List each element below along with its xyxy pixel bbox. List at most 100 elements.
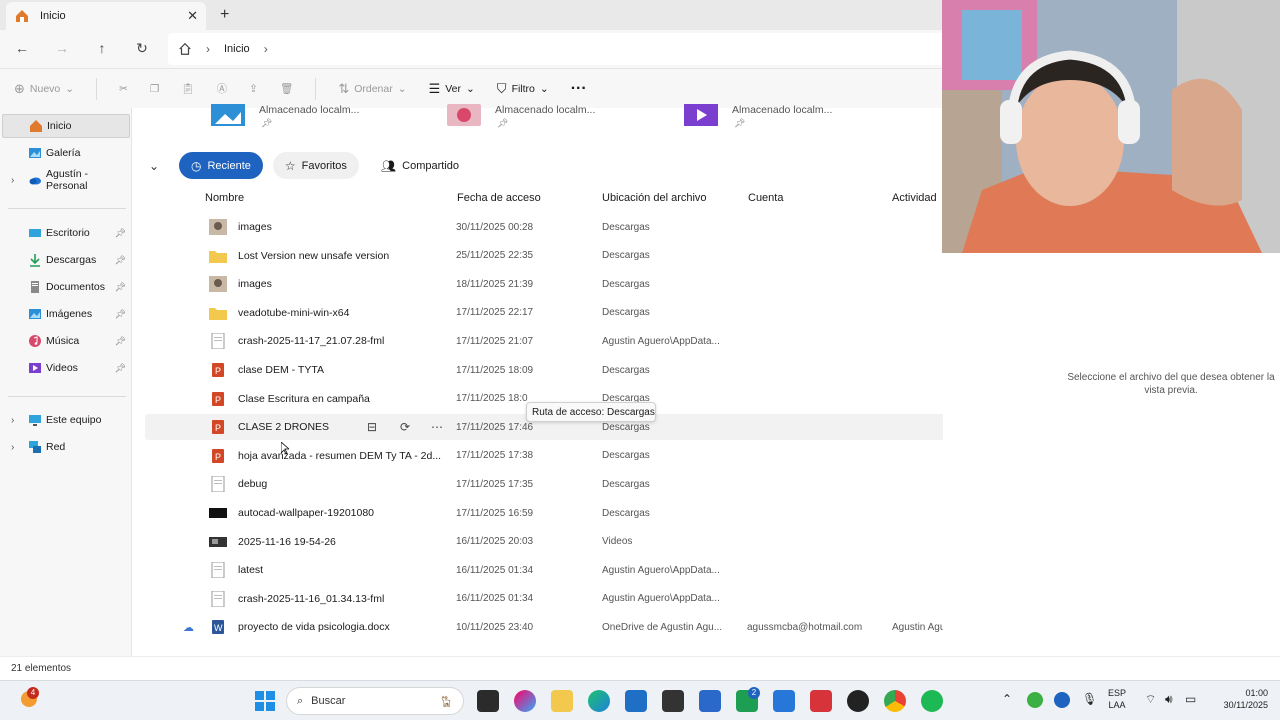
back-icon[interactable]: ←: [12, 40, 32, 56]
preview-message: Seleccione el archivo del que desea obte…: [1067, 372, 1275, 396]
file-row[interactable]: crash-2025-11-16_01.34.13-fml 16/11/2025 …: [145, 586, 1037, 612]
shared-chip[interactable]: 👥︎ Compartido: [368, 152, 472, 179]
onedrive-tray-icon[interactable]: [1054, 692, 1070, 708]
document-icon: [31, 281, 39, 293]
pin-icon: 📌︎: [734, 118, 746, 128]
file-row[interactable]: images 30/11/2025 00:28 Descargas: [145, 214, 1037, 240]
share-file-icon[interactable]: ⟳: [400, 420, 410, 434]
column-header-account[interactable]: Cuenta: [748, 192, 783, 204]
view-button[interactable]: ☰ Ver ⌄: [429, 81, 475, 97]
language-indicator[interactable]: ESP LAA: [1108, 687, 1126, 711]
view-label: Ver: [445, 82, 461, 95]
pin-icon[interactable]: 📌︎: [115, 363, 126, 374]
file-row[interactable]: autocad-wallpaper-19201080 17/11/2025 16:…: [145, 500, 1037, 526]
sidebar-item-label: Inicio: [47, 120, 72, 132]
chevron-right-icon[interactable]: ›: [264, 42, 268, 56]
close-tab-icon[interactable]: ✕: [187, 8, 198, 24]
file-row[interactable]: Pclase DEM - TYTA 17/11/2025 18:09 Descarg…: [145, 357, 1037, 383]
taskbar-search[interactable]: ⌕ Buscar 🦌︎: [286, 687, 464, 715]
file-row[interactable]: Lost Version new unsafe version 25/11/202…: [145, 243, 1037, 269]
pin-icon[interactable]: 📌︎: [115, 255, 126, 266]
sidebar-item-escritorio[interactable]: Escritorio 📌︎: [2, 221, 130, 245]
sidebar-item-imagenes[interactable]: Imágenes 📌︎: [2, 302, 130, 326]
tray-app-icon[interactable]: [1027, 692, 1043, 708]
new-button[interactable]: ⊕ Nuevo ⌄: [14, 81, 74, 97]
pin-icon[interactable]: 📌︎: [115, 228, 126, 239]
tab-inicio[interactable]: Inicio ✕: [6, 2, 206, 30]
wifi-icon[interactable]: ⌔: [1145, 693, 1156, 705]
sidebar-item-este-equipo[interactable]: › Este equipo: [2, 408, 130, 432]
pen-app-icon[interactable]: [699, 690, 721, 712]
copy-icon[interactable]: ❐: [150, 83, 159, 95]
wps-icon[interactable]: [810, 690, 832, 712]
quick-access-label: Almacenado localm...: [732, 104, 833, 116]
favorites-chip[interactable]: ☆ Favoritos: [272, 152, 359, 179]
pin-icon[interactable]: 📌︎: [115, 336, 126, 347]
home-icon[interactable]: [178, 42, 192, 56]
filter-button[interactable]: ⛉ Filtro ⌄: [497, 81, 549, 97]
sidebar-item-onedrive[interactable]: › Agustín - Personal: [2, 168, 130, 192]
cube-app-icon[interactable]: [662, 690, 684, 712]
file-row[interactable]: crash-2025-11-17_21.07.28-fml 17/11/2025 …: [145, 328, 1037, 354]
pin-icon[interactable]: 📌︎: [115, 309, 126, 320]
sort-button[interactable]: ⇅ Ordenar ⌄: [338, 81, 406, 97]
more-options-icon[interactable]: ···: [571, 80, 587, 98]
cut-icon[interactable]: ✂: [119, 83, 128, 95]
microphone-icon[interactable]: 🎙︎: [1082, 693, 1097, 705]
file-location: Descargas: [602, 250, 650, 262]
column-header-date[interactable]: Fecha de acceso: [457, 192, 541, 204]
share-icon[interactable]: ⇪: [249, 83, 258, 95]
sidebar-item-descargas[interactable]: Descargas 📌︎: [2, 248, 130, 272]
forward-icon[interactable]: →: [52, 40, 72, 56]
breadcrumb-inicio[interactable]: Inicio: [224, 43, 250, 55]
column-header-name[interactable]: Nombre: [205, 192, 244, 204]
file-row[interactable]: latest 16/11/2025 01:34 Agustin Aguero\App…: [145, 557, 1037, 583]
up-icon[interactable]: ↑: [92, 40, 112, 56]
recent-chip[interactable]: ◷ Reciente: [179, 152, 263, 179]
sidebar-item-documentos[interactable]: Documentos 📌︎: [2, 275, 130, 299]
file-row[interactable]: 2025-11-16 19-54-26 16/11/2025 20:03 Video…: [145, 529, 1037, 555]
open-location-icon[interactable]: ⊟: [367, 420, 377, 434]
refresh-icon[interactable]: ↻: [132, 40, 152, 57]
sidebar-item-musica[interactable]: Música 📌︎: [2, 329, 130, 353]
sidebar-item-galeria[interactable]: Galería: [2, 141, 130, 165]
chevron-right-icon[interactable]: ›: [11, 175, 14, 186]
network-icon: [29, 441, 41, 453]
edge-icon[interactable]: [588, 690, 610, 712]
sidebar-item-inicio[interactable]: Inicio: [2, 114, 130, 138]
sidebar-item-label: Música: [46, 335, 80, 347]
chevron-right-icon[interactable]: ›: [206, 42, 210, 56]
file-row[interactable]: Phoja avanzada - resumen DEM Ty TA - 2d.…: [145, 443, 1037, 469]
new-tab-button[interactable]: +: [220, 6, 229, 24]
sidebar-item-red[interactable]: › Red: [2, 435, 130, 459]
column-header-activity[interactable]: Actividad: [892, 192, 937, 204]
volume-icon[interactable]: 🔊︎: [1165, 693, 1173, 705]
paste-icon[interactable]: 📋︎: [181, 82, 194, 95]
battery-icon[interactable]: ▭: [1185, 693, 1196, 705]
chevron-right-icon[interactable]: ›: [11, 415, 14, 426]
file-row[interactable]: debug 17/11/2025 17:35 Descargas: [145, 471, 1037, 497]
more-actions-icon[interactable]: ⋯: [431, 420, 443, 434]
task-view-icon[interactable]: [477, 690, 499, 712]
windows-start-icon[interactable]: [254, 690, 276, 712]
column-header-location[interactable]: Ubicación del archivo: [602, 192, 707, 204]
copilot-icon[interactable]: [514, 690, 536, 712]
sidebar-item-videos[interactable]: Videos 📌︎: [2, 356, 130, 380]
file-row[interactable]: images 18/11/2025 21:39 Descargas: [145, 271, 1037, 297]
file-row[interactable]: veadotube-mini-win-x64 17/11/2025 22:17 De…: [145, 300, 1037, 326]
chevron-right-icon[interactable]: ›: [11, 442, 14, 453]
delete-icon[interactable]: 🗑︎: [280, 82, 293, 95]
chrome-icon[interactable]: [884, 690, 906, 712]
chevron-up-icon[interactable]: ⌃: [1002, 693, 1012, 705]
file-row[interactable]: W ☁ proyecto de vida psicologia.docx 10/11/…: [145, 614, 1037, 640]
rename-icon[interactable]: Ⓐ: [217, 81, 228, 96]
clock[interactable]: 01:00 30/11/2025: [1208, 687, 1268, 711]
powerpoint-icon: P: [212, 420, 224, 435]
store-icon[interactable]: [625, 690, 647, 712]
outlook-icon[interactable]: [773, 690, 795, 712]
pin-icon[interactable]: 📌︎: [115, 282, 126, 293]
chevron-down-icon[interactable]: ⌄: [149, 159, 169, 173]
file-explorer-icon[interactable]: [551, 690, 573, 712]
spotify-icon[interactable]: [921, 690, 943, 712]
obs-icon[interactable]: [847, 690, 869, 712]
